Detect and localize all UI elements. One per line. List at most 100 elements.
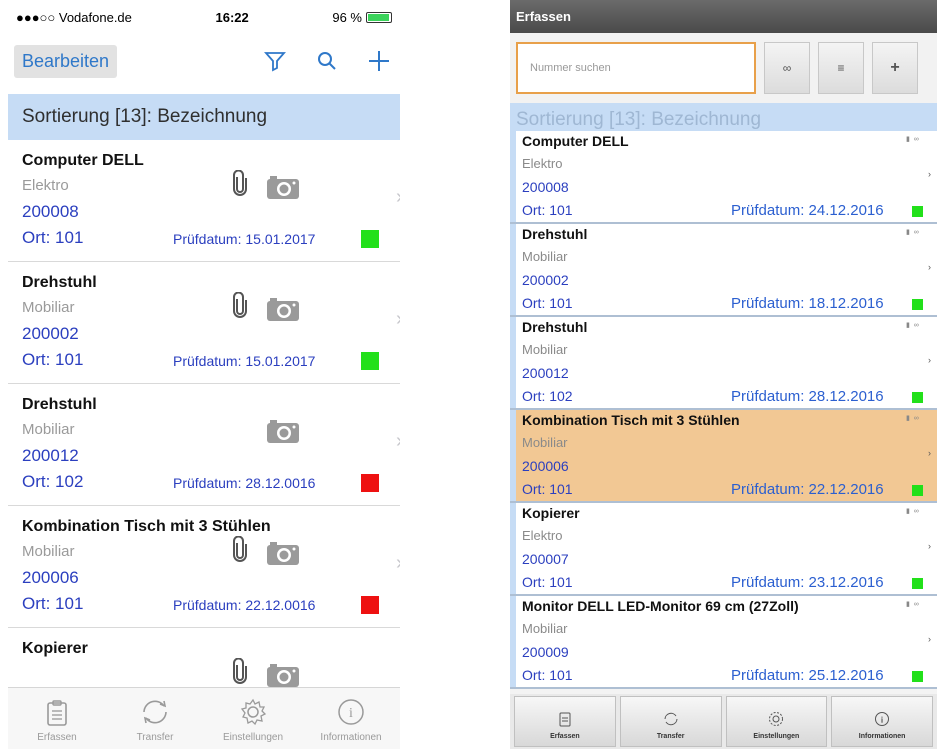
item-location: Ort: 101 (522, 574, 573, 590)
chevron-right-icon: › (928, 262, 931, 272)
item-category: Mobiliar (522, 342, 568, 357)
add-button[interactable]: + (872, 42, 918, 94)
list-icon: ≡ (837, 61, 845, 75)
tab-label: Transfer (136, 732, 174, 743)
clipboard-icon (559, 712, 571, 727)
tab-einstellungen[interactable]: Einstellungen (725, 696, 828, 747)
tab-label: Transfer (656, 733, 685, 740)
chevron-right-icon: › (396, 186, 400, 209)
item-location: Ort: 101 (22, 350, 84, 369)
sort-header[interactable]: Sortierung [13]: Bezeichnung (8, 94, 400, 140)
camera-icon (266, 540, 300, 571)
battery-level (368, 13, 389, 21)
status-bar: ●●●○○ Vodafone.de 16:22 96 % (8, 0, 400, 34)
tab-informationen[interactable]: i Informationen (831, 696, 933, 747)
item-test-date: Prüfdatum: 18.12.2016 (731, 295, 884, 312)
edit-button[interactable]: Bearbeiten (14, 44, 118, 78)
item-location: Ort: 102 (22, 472, 84, 491)
item-location: Ort: 101 (522, 667, 573, 683)
clock-label: 16:22 (215, 9, 249, 25)
tab-label: Einstellungen (753, 733, 800, 740)
item-category: Mobiliar (22, 421, 75, 438)
list-item[interactable]: Drehstuhl Mobiliar 200012 Ort: 102 Prüfdatum… (8, 384, 400, 506)
chevron-right-icon: › (928, 448, 931, 458)
chevron-right-icon: › (928, 541, 931, 551)
camera-icon (266, 418, 300, 449)
item-test-date: Prüfdatum: 28.12.0016 (173, 475, 316, 491)
carrier-label: ●●●○○ Vodafone.de (16, 9, 132, 25)
item-test-date: Prüfdatum: 15.01.2017 (173, 231, 316, 247)
attachment-icon (232, 535, 248, 567)
gear-icon (240, 698, 267, 726)
list-item[interactable]: Drehstuhl Mobiliar 200002 Ort: 101 Prüfdatum… (8, 262, 400, 384)
item-location: Ort: 101 (522, 202, 573, 218)
search-row: Nummer suchen ∞ ≡ + (510, 33, 937, 103)
navigation-bar: Bearbeiten (8, 34, 400, 88)
camera-icon (266, 296, 300, 327)
item-number: 200012 (22, 446, 79, 465)
filter-icon[interactable] (262, 48, 288, 74)
list-item[interactable]: Computer DELL Elektro 200008 Ort: 101 Prüfda… (8, 140, 400, 262)
list-button[interactable]: ≡ (818, 42, 864, 94)
list-item[interactable]: Kombination Tisch mit 3 Stühlen Mobiliar 2… (8, 506, 400, 628)
list-item[interactable]: Monitor DELL LED-Monitor 69 cm (27Zoll) M… (510, 596, 937, 689)
item-number: 200007 (522, 551, 569, 567)
item-location: Ort: 101 (522, 481, 573, 497)
item-number: 200006 (522, 458, 569, 474)
item-category: Mobiliar (522, 621, 568, 636)
row-accent (510, 503, 516, 594)
attachment-icon (232, 291, 248, 323)
tab-label: Einstellungen (222, 732, 284, 743)
status-indicator (912, 206, 923, 217)
info-icon: i (338, 699, 364, 725)
svg-text:i: i (349, 706, 353, 721)
battery-percent: 96 % (332, 9, 362, 25)
sync-icon (143, 700, 167, 724)
tab-transfer[interactable]: Transfer (106, 688, 204, 749)
item-location: Ort: 101 (522, 295, 573, 311)
item-location: Ort: 101 (22, 594, 84, 613)
add-icon[interactable] (366, 48, 392, 74)
camera-icon (266, 174, 300, 205)
svg-text:i: i (881, 716, 884, 725)
status-indicator (361, 230, 379, 248)
sync-icon (664, 712, 678, 726)
item-test-date: Prüfdatum: 28.12.2016 (731, 388, 884, 405)
row-accent (510, 410, 516, 501)
row-accent (510, 317, 516, 408)
link-button[interactable]: ∞ (764, 42, 810, 94)
tab-transfer[interactable]: Transfer (619, 696, 722, 747)
list-item[interactable]: Drehstuhl Mobiliar 200012 Ort: 102 Prüfdatum… (510, 317, 937, 410)
link-icon: ∞ (782, 61, 792, 75)
item-location: Ort: 102 (522, 388, 573, 404)
item-name: Computer DELL (522, 133, 629, 149)
attachment-icon (232, 657, 248, 689)
tab-informationen[interactable]: i Informationen (302, 688, 400, 749)
row-accent (510, 131, 516, 222)
search-icon[interactable] (314, 48, 340, 74)
list-item[interactable]: Drehstuhl Mobiliar 200002 Ort: 101 Prüfdatum… (510, 224, 937, 317)
chevron-right-icon: › (396, 308, 400, 331)
tab-erfassen[interactable]: Erfassen (8, 688, 106, 749)
item-category: Mobiliar (22, 543, 75, 560)
status-indicator (912, 485, 923, 496)
tab-einstellungen[interactable]: Einstellungen (204, 688, 302, 749)
chevron-right-icon: › (928, 355, 931, 365)
tab-erfassen[interactable]: Erfassen (514, 696, 616, 747)
status-indicator (361, 352, 379, 370)
list-item[interactable]: Computer DELL Elektro 200008 Ort: 101 Prüfda… (510, 131, 937, 224)
attachment-icon (232, 169, 248, 201)
battery-icon (366, 11, 392, 23)
status-indicator (912, 671, 923, 682)
status-indicator (361, 474, 379, 492)
list-item[interactable]: Kopierer Elektro 200007 Ort: 101 Prüfdatum: … (510, 503, 937, 596)
item-name: Drehstuhl (522, 319, 588, 335)
item-list: Computer DELL Elektro 200008 Ort: 101 Prüfda… (510, 131, 937, 689)
item-category: Mobiliar (522, 249, 568, 264)
row-accent (510, 596, 516, 687)
item-number: 200012 (522, 365, 569, 381)
item-number: 200008 (22, 202, 79, 221)
sort-header[interactable]: Sortierung [13]: Bezeichnung (510, 103, 937, 131)
list-item[interactable]: Kombination Tisch mit 3 Stühlen Mobiliar 2… (510, 410, 937, 503)
search-input[interactable]: Nummer suchen (516, 42, 756, 94)
